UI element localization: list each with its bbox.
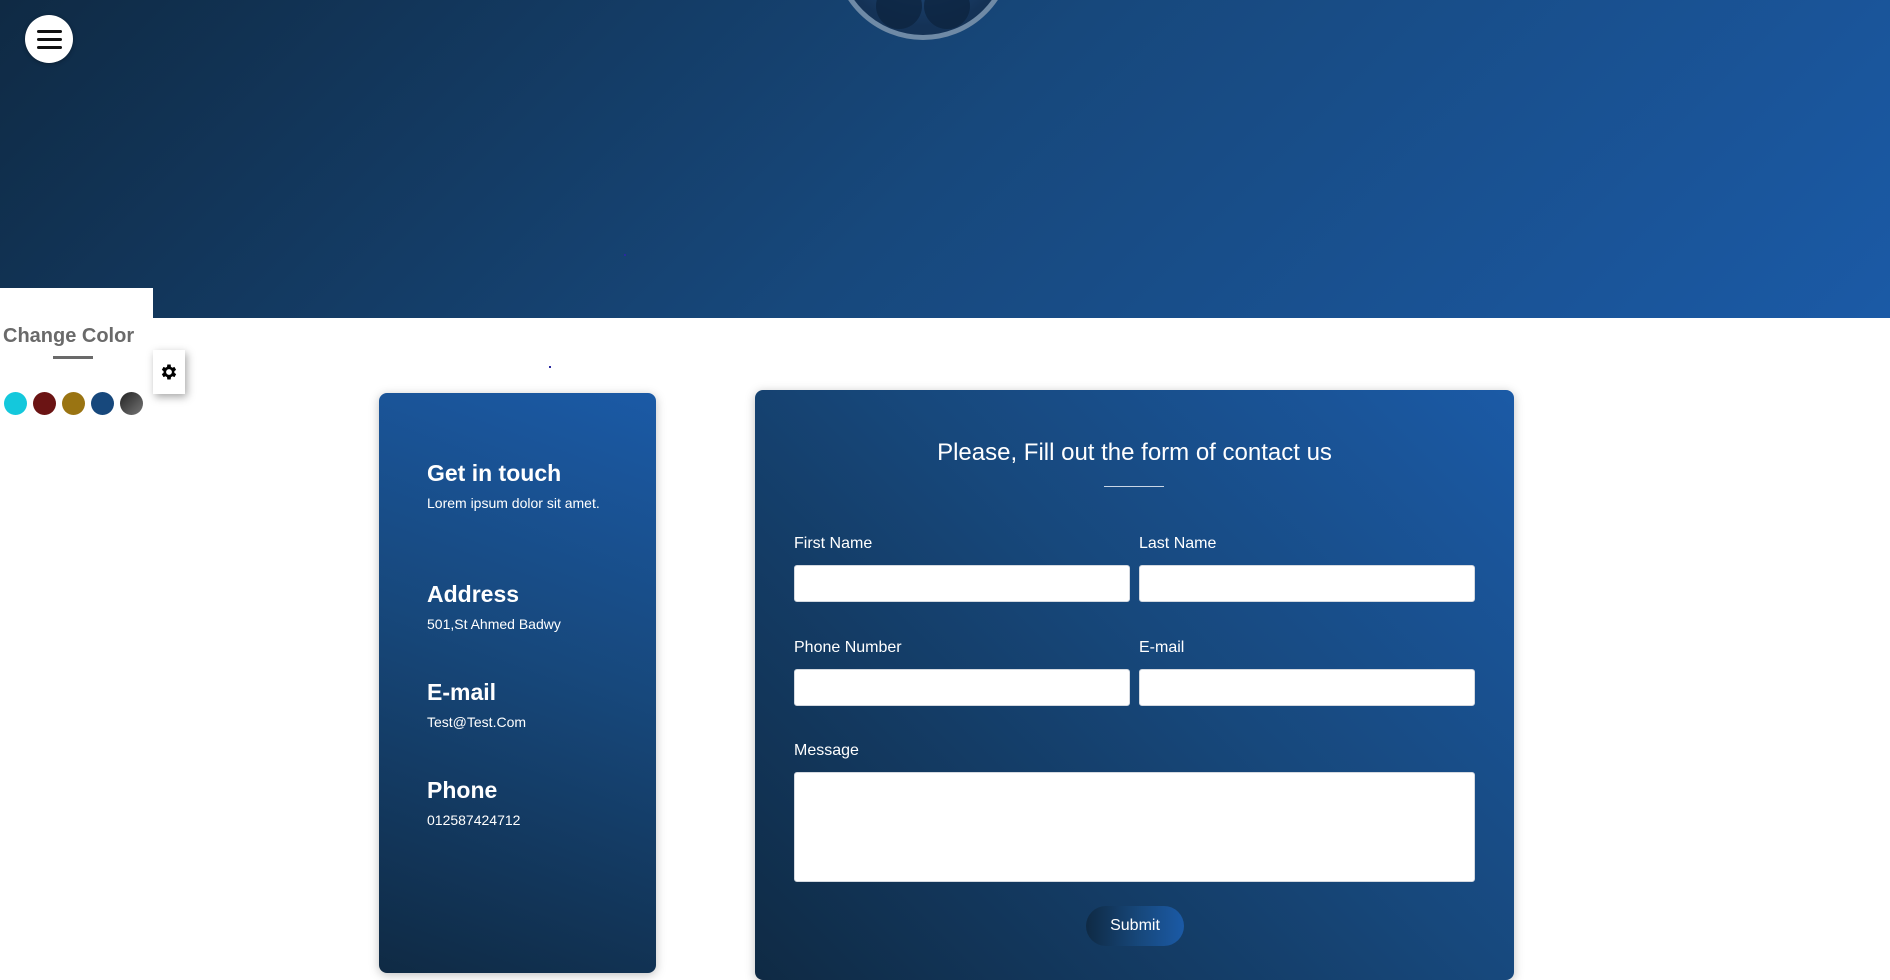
phone-heading: Phone [427,777,498,803]
color-swatch-cyan[interactable] [4,392,27,415]
email-block: E-mail Test@Test.Com [427,679,526,730]
color-swatch-blue[interactable] [91,392,114,415]
address-heading: Address [427,581,520,607]
address-block: Address 501,St Ahmed Badwy [427,581,561,632]
contact-form-card: Please, Fill out the form of contact us … [755,390,1514,980]
color-swatch-dark-red[interactable] [33,392,56,415]
email-label: E-mail [1139,639,1185,656]
address-value: 501,St Ahmed Badwy [427,616,561,632]
phone-number-label: Phone Number [794,639,902,656]
submit-button[interactable]: Submit [1086,906,1184,946]
get-in-touch-block: Get in touch Lorem ipsum dolor sit amet. [427,460,600,511]
last-name-label: Last Name [1139,535,1217,552]
color-settings-button[interactable] [153,350,185,394]
first-name-input[interactable] [794,565,1130,602]
decorative-dot [549,366,551,368]
color-switcher-title: Change Color [3,325,135,347]
form-title: Please, Fill out the form of contact us [937,439,1332,466]
first-name-label: First Name [794,535,873,552]
color-swatch-gold[interactable] [62,392,85,415]
hamburger-menu-icon [36,29,62,33]
hamburger-menu-button[interactable] [25,15,73,63]
hero-avatar-image [833,0,1013,40]
decorative-dot [624,254,626,256]
email-heading: E-mail [427,679,497,705]
phone-value: 012587424712 [427,812,521,828]
message-label: Message [794,742,859,759]
color-swatch-gray[interactable] [120,392,143,415]
email-input[interactable] [1139,669,1475,706]
color-switcher-underline [53,356,93,359]
get-in-touch-heading: Get in touch [427,460,562,486]
message-textarea[interactable] [794,772,1475,882]
phone-block: Phone 012587424712 [427,777,520,828]
hamburger-line [36,45,62,49]
color-swatch-list [4,392,143,415]
email-value: Test@Test.Com [427,714,527,730]
form-title-divider [1104,486,1164,487]
hero-banner [0,0,1890,318]
last-name-input[interactable] [1139,565,1475,602]
phone-number-input[interactable] [794,669,1130,706]
hamburger-line [36,37,62,41]
get-in-touch-text: Lorem ipsum dolor sit amet. [427,495,600,511]
gear-icon [161,364,177,380]
color-switcher-panel: Change Color [0,288,153,428]
contact-info-card: Get in touch Lorem ipsum dolor sit amet.… [379,393,656,973]
